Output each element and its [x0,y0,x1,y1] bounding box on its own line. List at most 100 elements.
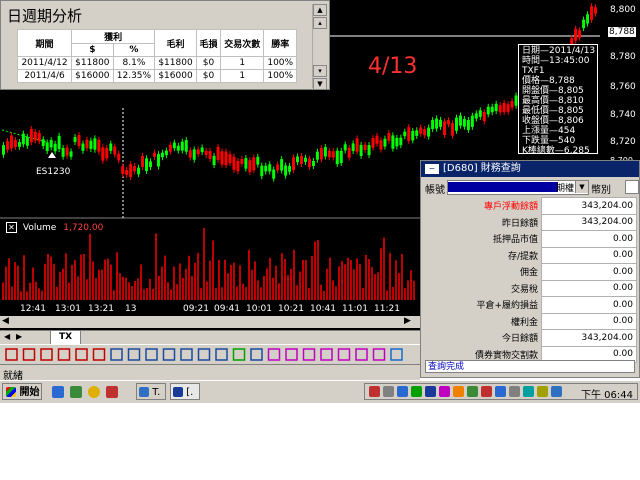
table-row: 2011/4/12 $11800 8.1% $11800 $0 1 100% [16,56,297,70]
candle-body [351,143,355,152]
line-icon[interactable] [22,348,36,361]
cycle-icon[interactable] [162,348,176,361]
tray-app-icon[interactable] [411,386,422,397]
volume-bar [140,264,142,300]
finance-row-value: 0.00 [541,246,637,264]
tray-app-icon[interactable] [383,386,394,397]
candle-body [101,147,105,161]
parallel-icon[interactable] [57,348,71,361]
tray-app-icon[interactable] [425,386,436,397]
volume-close-icon[interactable]: ✕ [6,222,17,233]
quicklaunch-ie-icon[interactable] [52,386,64,398]
pen-icon[interactable] [5,348,18,361]
volume-bar [95,278,97,300]
fib-icon[interactable] [127,348,141,361]
tab-scroll-left-icon[interactable]: ◀ [4,332,10,341]
cell-gross-loss: $0 [195,69,222,83]
brush-icon[interactable] [337,348,351,361]
candle-body [184,140,188,152]
square-icon[interactable] [285,348,298,361]
rect-icon[interactable] [267,348,281,361]
volume-bar [137,278,139,300]
candle-body [81,143,85,151]
taskbar-item-2[interactable]: [. [170,383,200,400]
scroll-top-icon[interactable]: ▴ [313,17,327,29]
horizontal-lines-icon[interactable] [110,348,123,361]
candle-body [29,128,33,143]
volume-bar [284,258,286,300]
text-box-icon[interactable] [302,348,316,361]
volume-bar [317,239,319,300]
tab-scroll-right-icon[interactable]: ▶ [16,332,22,341]
info-line: 最低價—8,805 [522,106,584,116]
currency-field[interactable] [625,180,639,194]
candle-body [594,7,598,14]
channel-icon[interactable] [75,348,88,361]
tray-app-icon[interactable] [397,386,408,397]
candle-body [375,135,379,144]
volume-bar [11,286,13,300]
scroll-bottom-icon[interactable]: ▾ [313,65,327,77]
candle-body [335,150,339,165]
ray-icon[interactable] [40,348,53,361]
scroll-down-icon[interactable]: ▼ [313,78,327,90]
candle-body [423,129,427,136]
candle-body [391,135,395,149]
status-bar: 就緒 [0,364,420,382]
ruler-icon[interactable] [232,348,246,361]
tray-app-icon[interactable] [523,386,534,397]
text-icon[interactable] [180,348,193,361]
volume-bar [377,272,379,300]
finance-title-bar[interactable]: ~ [D680] 財務查詢 [421,161,639,177]
volume-bar [92,261,94,300]
tray-app-icon[interactable] [551,386,562,397]
candle-body [121,166,125,174]
tray-app-icon[interactable] [509,386,520,397]
fan-icon[interactable] [92,348,106,361]
tab-tx[interactable]: TX [50,331,82,345]
scroll-up-icon[interactable]: ▲ [313,4,327,16]
analysis-scrollbar[interactable]: ▲ ▴ ▾ ▼ [312,4,327,90]
task-label: T. [152,387,161,398]
zoom-icon[interactable] [215,348,228,361]
candle-body [311,160,315,167]
finance-table: 專戶浮動餘額 343,204.00 昨日餘額 343,204.00 抵押品市值 0.00 存… [425,197,637,363]
hand-icon[interactable] [355,348,368,361]
volume-bar [383,237,385,300]
tray-app-icon[interactable] [537,386,548,397]
volume-bar [125,277,127,300]
volume-bar [347,257,349,300]
windows-logo-icon [6,387,16,397]
scroll-right-icon[interactable]: ▶ [404,316,411,326]
taskbar-item-1[interactable]: T. [136,383,166,400]
tray-app-icon[interactable] [439,386,450,397]
tray-app-icon[interactable] [369,386,380,397]
quicklaunch-app-icon[interactable] [106,386,118,398]
tray-app-icon[interactable] [481,386,492,397]
quicklaunch-desktop-icon[interactable] [70,386,82,398]
pointer-icon[interactable] [372,348,386,361]
ellipse-icon[interactable] [320,348,333,361]
time-label: 10:21 [278,304,304,314]
finance-row-value: 343,204.00 [541,213,637,231]
candle-body [419,127,423,134]
volume-bar [65,253,67,300]
tray-app-icon[interactable] [467,386,478,397]
scroll-left-icon[interactable]: ◀ [2,316,9,326]
align-icon[interactable] [250,348,263,361]
tray-app-icon[interactable] [453,386,464,397]
volume-bar [23,255,25,300]
arrow-up-icon[interactable] [390,348,403,361]
volume-bar [131,286,133,300]
time-label: 10:01 [246,304,272,314]
note-icon[interactable] [197,348,211,361]
cell-gross-profit: $16000 [154,69,197,83]
info-line: 時間—13:45:00 [522,56,590,66]
chart-horizontal-scrollbar[interactable]: ◀ ▶ [0,316,420,328]
angle-icon[interactable] [145,348,158,361]
quicklaunch-chrome-icon[interactable] [88,386,100,398]
chevron-down-icon[interactable]: ▼ [575,181,588,193]
account-select[interactable]: 期權 ▼ [447,180,589,195]
tray-app-icon[interactable] [495,386,506,397]
start-button[interactable]: 開始 [2,383,42,400]
